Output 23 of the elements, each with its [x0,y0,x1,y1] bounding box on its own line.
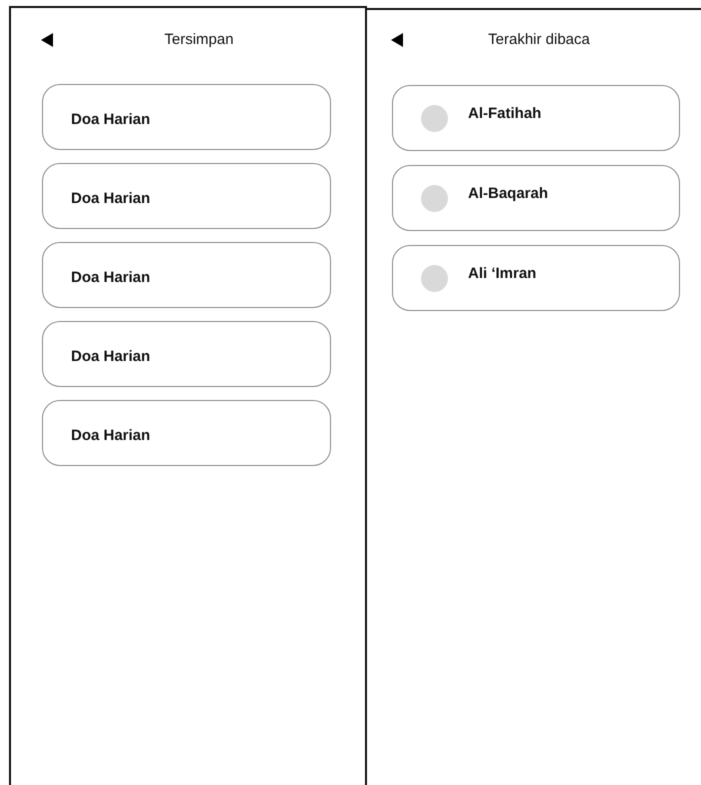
screen-title: Terakhir dibaca [488,30,590,50]
screen-title: Tersimpan [164,30,234,50]
list-item[interactable]: Doa Harian [42,242,331,308]
item-label: Doa Harian [71,426,150,446]
list-item[interactable]: Al-Baqarah [392,165,680,231]
list-item[interactable]: Al-Fatihah [392,85,680,151]
placeholder-icon [421,184,448,212]
item-label: Doa Harian [71,346,150,367]
item-label: Doa Harian [71,268,150,288]
item-label: Doa Harian [71,110,150,130]
item-label: Al-Baqarah [468,184,548,204]
placeholder-icon [421,264,448,292]
item-label: Al-Fatihah [468,104,542,124]
list-item[interactable]: Doa Harian [42,321,331,387]
item-label: Ali ‘Imran [468,264,536,284]
list-item[interactable]: Doa Harian [42,400,331,466]
item-label: Doa Harian [71,188,150,209]
back-icon[interactable] [41,33,53,47]
list-item[interactable]: Ali ‘Imran [392,245,680,311]
placeholder-icon [421,104,448,132]
list-item[interactable]: Doa Harian [42,84,331,150]
list-item[interactable]: Doa Harian [42,163,331,229]
back-icon[interactable] [391,33,403,47]
